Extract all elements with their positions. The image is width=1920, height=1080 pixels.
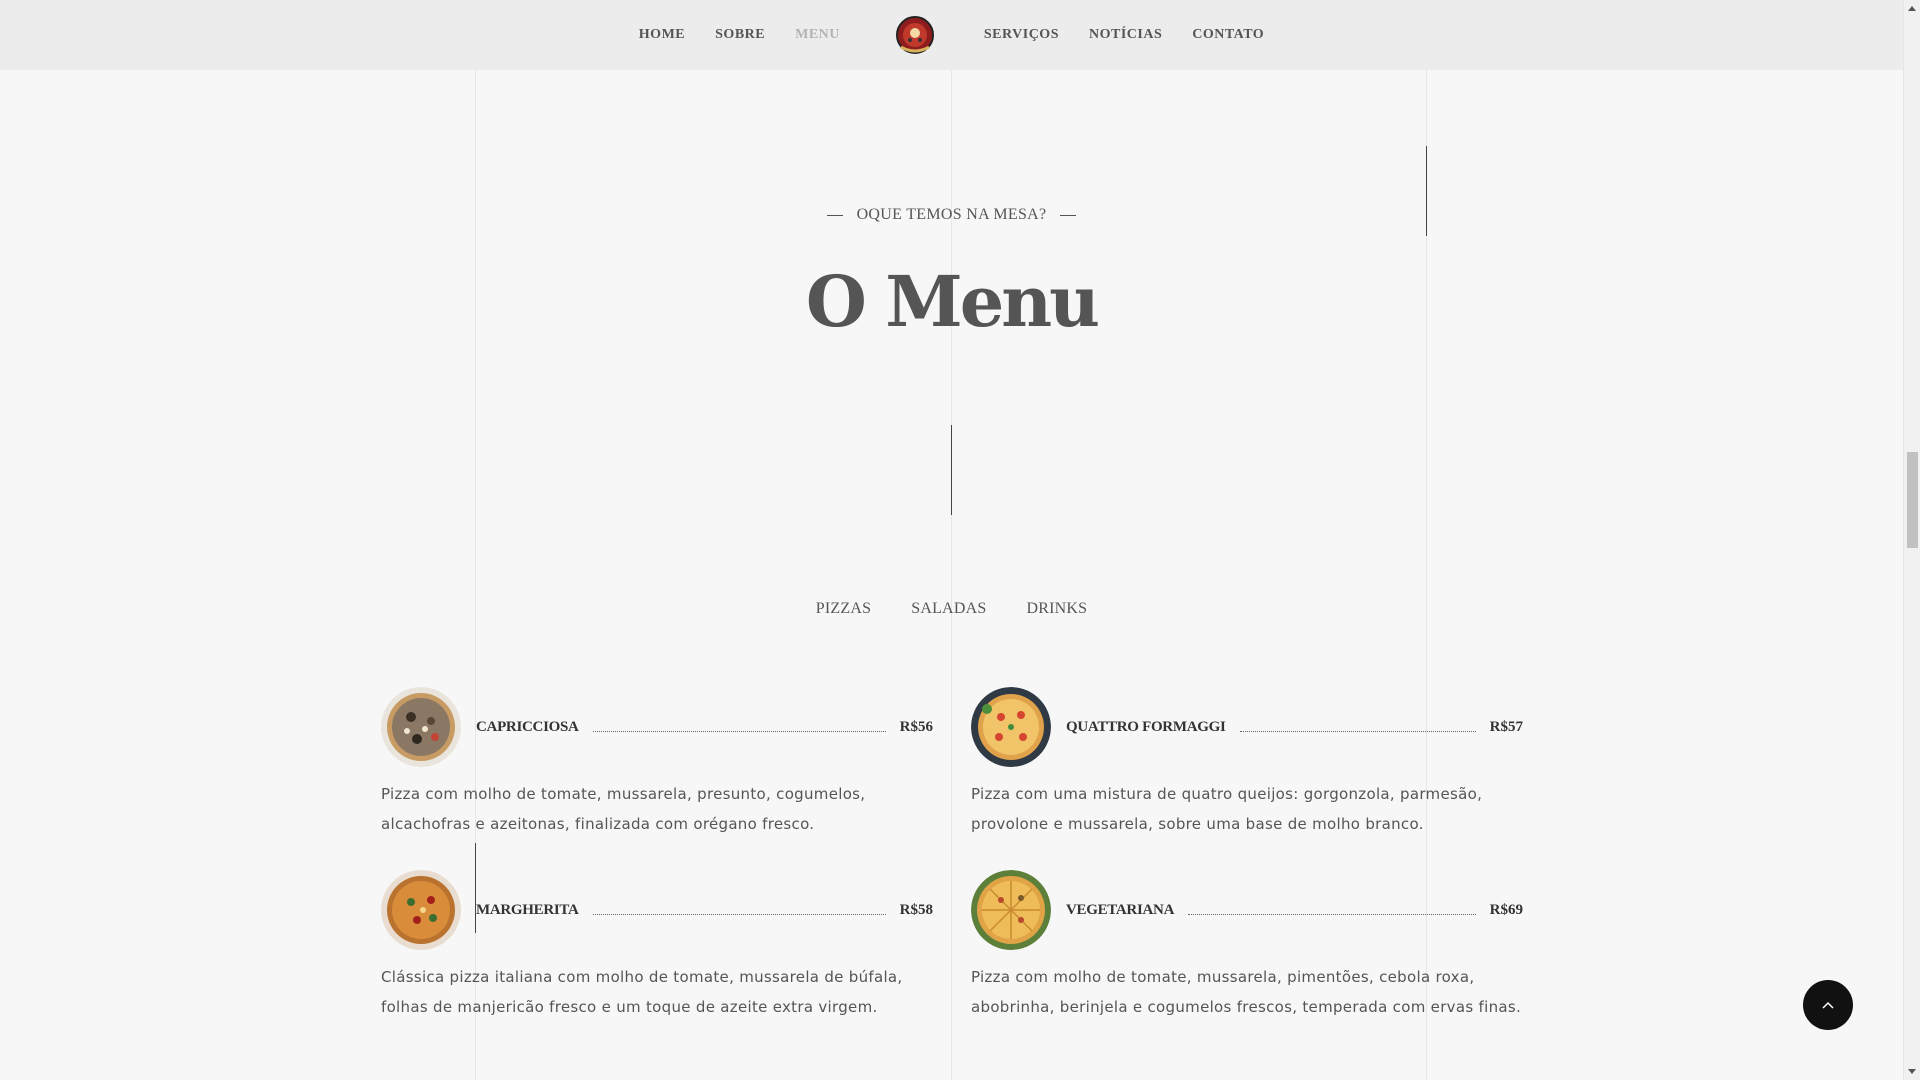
menu-item-price: R$58	[899, 901, 933, 918]
menu-item-name: VEGETARIANA	[1066, 901, 1175, 918]
tab-saladas[interactable]: SALADAS	[911, 600, 986, 618]
nav-link-home[interactable]: HOME	[639, 27, 685, 43]
menu-item-price: R$69	[1489, 901, 1523, 918]
guide-line	[951, 0, 952, 1080]
nav-link-contato[interactable]: CONTATO	[1192, 27, 1264, 43]
menu-item[interactable]: VEGETARIANA R$69 Pizza com molho de toma…	[971, 870, 1523, 1022]
nav-left-group: HOME SOBRE MENU	[624, 27, 855, 43]
top-navbar: HOME SOBRE MENU SERVIÇOS NOTÍCIAS CONTAT…	[0, 0, 1903, 70]
nav-link-sobre[interactable]: SOBRE	[715, 27, 765, 43]
pizza-image	[971, 687, 1051, 767]
menu-item-price: R$56	[899, 718, 933, 735]
menu-item-description: Pizza com molho de tomate, mussarela, pr…	[381, 785, 866, 833]
menu-item[interactable]: CAPRICCIOSA R$56 Pizza com molho de toma…	[381, 687, 933, 839]
menu-tabs: PIZZAS SALADAS DRINKS	[0, 600, 1903, 618]
dotted-leader	[1239, 730, 1476, 732]
pizza-logo-icon[interactable]	[893, 13, 937, 57]
nav-link-noticias[interactable]: NOTÍCIAS	[1089, 27, 1162, 43]
menu-item-header: MARGHERITA R$58	[381, 870, 933, 950]
nav-right-group: SERVIÇOS NOTÍCIAS CONTATO	[969, 27, 1279, 43]
dotted-leader	[592, 730, 886, 732]
section-title: O Menu	[805, 260, 1100, 343]
subtitle-dash	[826, 214, 843, 216]
menu-item-price: R$57	[1489, 718, 1523, 735]
menu-item[interactable]: QUATTRO FORMAGGI R$57 Pizza com uma mist…	[971, 687, 1523, 839]
page-scrollbar[interactable]	[1903, 0, 1920, 1080]
dotted-leader	[592, 913, 886, 915]
back-to-top-button[interactable]	[1803, 980, 1853, 1030]
dotted-leader	[1188, 913, 1476, 915]
section-subtitle: OQUE TEMOS NA MESA?	[856, 206, 1047, 223]
accent-line	[951, 425, 952, 515]
subtitle-dash	[1060, 214, 1077, 216]
pizza-image	[971, 870, 1051, 950]
nav-link-servicos[interactable]: SERVIÇOS	[984, 27, 1059, 43]
tab-drinks[interactable]: DRINKS	[1026, 600, 1087, 618]
menu-item-header: CAPRICCIOSA R$56	[381, 687, 933, 767]
menu-item-description: Pizza com uma mistura de quatro queijos:…	[971, 785, 1483, 833]
menu-item-header: VEGETARIANA R$69	[971, 870, 1523, 950]
menu-item-name: QUATTRO FORMAGGI	[1066, 718, 1226, 735]
scroll-up-arrow-icon[interactable]	[1908, 6, 1916, 11]
menu-item-description: Clássica pizza italiana com molho de tom…	[381, 968, 903, 1016]
pizza-image	[381, 870, 461, 950]
menu-item-description: Pizza com molho de tomate, mussarela, pi…	[971, 968, 1522, 1016]
chevron-up-icon	[1822, 996, 1834, 1014]
scroll-down-arrow-icon[interactable]	[1908, 1069, 1916, 1074]
menu-item-name: MARGHERITA	[476, 901, 579, 918]
menu-item-header: QUATTRO FORMAGGI R$57	[971, 687, 1523, 767]
nav-link-menu[interactable]: MENU	[795, 27, 840, 43]
tab-pizzas[interactable]: PIZZAS	[816, 600, 871, 618]
menu-item-name: CAPRICCIOSA	[476, 718, 579, 735]
pizza-image	[381, 687, 461, 767]
section-subtitle-row: OQUE TEMOS NA MESA?	[0, 206, 1903, 224]
scrollbar-thumb[interactable]	[1907, 452, 1918, 548]
menu-item[interactable]: MARGHERITA R$58 Clássica pizza italiana …	[381, 870, 933, 1022]
